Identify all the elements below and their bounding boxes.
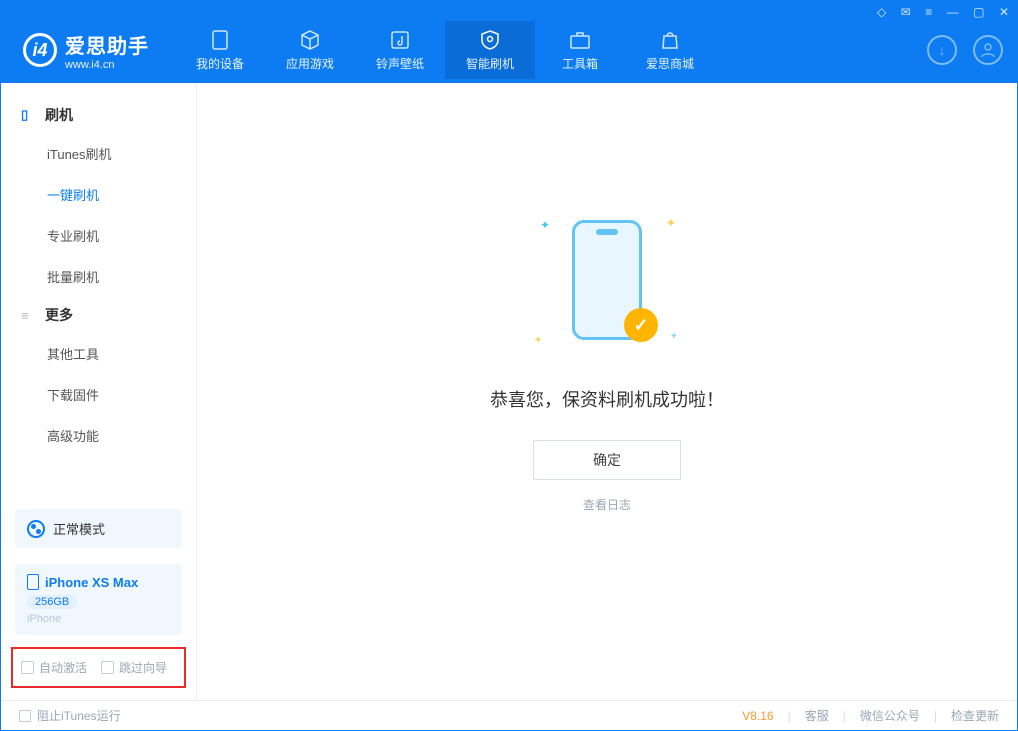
menu-icon[interactable]: ≡ [925, 5, 932, 19]
success-message: 恭喜您，保资料刷机成功啦！ [490, 386, 724, 412]
options-highlight: 自动激活 跳过向导 [11, 647, 186, 688]
nav-label: 工具箱 [562, 55, 598, 72]
wechat-link[interactable]: 微信公众号 [860, 707, 920, 724]
nav-store[interactable]: 爱思商城 [625, 21, 715, 79]
support-link[interactable]: 客服 [805, 707, 829, 724]
download-button[interactable]: ↓ [927, 35, 957, 65]
nav-apps-games[interactable]: 应用游戏 [265, 21, 355, 79]
mode-panel[interactable]: 正常模式 [15, 509, 182, 548]
nav: 我的设备 应用游戏 铃声壁纸 智能刷机 工具箱 爱思商城 [175, 21, 715, 79]
shield-icon [479, 29, 501, 51]
sidebar-item-pro-flash[interactable]: 专业刷机 [1, 215, 196, 256]
success-illustration: ✦ ✦ ✦ ✦ ✓ [532, 210, 682, 360]
body: ▯ 刷机 iTunes刷机 一键刷机 专业刷机 批量刷机 ≡ 更多 其他工具 下… [1, 83, 1017, 700]
group-label: 更多 [45, 305, 73, 325]
skip-guide-checkbox[interactable]: 跳过向导 [101, 659, 167, 676]
sidebar-item-download-firmware[interactable]: 下载固件 [1, 374, 196, 415]
group-label: 刷机 [45, 105, 73, 125]
device-type: iPhone [27, 613, 170, 625]
check-badge-icon: ✓ [624, 308, 658, 342]
header-right: ↓ [927, 35, 1003, 65]
music-icon [389, 29, 411, 51]
version-label: V8.16 [742, 709, 773, 723]
list-icon: ≡ [21, 308, 37, 323]
app-title: 爱思助手 [65, 30, 149, 59]
nav-label: 爱思商城 [646, 55, 694, 72]
app-site: www.i4.cn [65, 59, 149, 71]
nav-smart-flash[interactable]: 智能刷机 [445, 21, 535, 79]
nav-ringtone-wallpaper[interactable]: 铃声壁纸 [355, 21, 445, 79]
device-name: iPhone XS Max [27, 574, 170, 590]
main-content: ✦ ✦ ✦ ✦ ✓ 恭喜您，保资料刷机成功啦！ 确定 查看日志 [197, 83, 1017, 700]
logo-text: 爱思助手 www.i4.cn [65, 30, 149, 71]
feedback-icon[interactable]: ✉ [901, 5, 911, 19]
device-capacity: 256GB [27, 595, 77, 609]
nav-label: 智能刷机 [466, 55, 514, 72]
sparkle-icon: ✦ [666, 216, 676, 230]
logo-mark-icon: i4 [23, 33, 57, 67]
nav-label: 铃声壁纸 [376, 55, 424, 72]
sparkle-icon: ✦ [670, 331, 678, 342]
sidebar-group-flash: ▯ 刷机 [1, 97, 196, 133]
titlebar: ◇ ✉ ≡ — ▢ ✕ [1, 1, 1017, 23]
app-window: ◇ ✉ ≡ — ▢ ✕ i4 爱思助手 www.i4.cn 我的设备 应用游戏 [0, 0, 1018, 731]
sparkle-icon: ✦ [540, 218, 550, 232]
logo: i4 爱思助手 www.i4.cn [23, 30, 149, 71]
sidebar: ▯ 刷机 iTunes刷机 一键刷机 专业刷机 批量刷机 ≡ 更多 其他工具 下… [1, 83, 197, 700]
minimize-icon[interactable]: — [947, 5, 959, 19]
mode-label: 正常模式 [53, 519, 105, 538]
check-update-link[interactable]: 检查更新 [951, 707, 999, 724]
sidebar-group-more: ≡ 更多 [1, 297, 196, 333]
block-itunes-checkbox[interactable]: 阻止iTunes运行 [19, 707, 121, 724]
close-icon[interactable]: ✕ [999, 5, 1009, 19]
nav-toolbox[interactable]: 工具箱 [535, 21, 625, 79]
toolbox-icon [569, 29, 591, 51]
sidebar-list: ▯ 刷机 iTunes刷机 一键刷机 专业刷机 批量刷机 ≡ 更多 其他工具 下… [1, 83, 196, 501]
bag-icon [659, 29, 681, 51]
nav-label: 应用游戏 [286, 55, 334, 72]
confirm-button[interactable]: 确定 [533, 440, 681, 480]
auto-activate-checkbox[interactable]: 自动激活 [21, 659, 87, 676]
sidebar-item-batch-flash[interactable]: 批量刷机 [1, 256, 196, 297]
sidebar-item-itunes-flash[interactable]: iTunes刷机 [1, 133, 196, 174]
sidebar-item-advanced[interactable]: 高级功能 [1, 415, 196, 456]
maximize-icon[interactable]: ▢ [973, 5, 984, 19]
nav-label: 我的设备 [196, 55, 244, 72]
header: i4 爱思助手 www.i4.cn 我的设备 应用游戏 铃声壁纸 智能刷机 [1, 23, 1017, 83]
sidebar-item-oneclick-flash[interactable]: 一键刷机 [1, 174, 196, 215]
device-icon [209, 29, 231, 51]
nav-my-device[interactable]: 我的设备 [175, 21, 265, 79]
footer: 阻止iTunes运行 V8.16 | 客服 | 微信公众号 | 检查更新 [1, 700, 1017, 730]
footer-right: V8.16 | 客服 | 微信公众号 | 检查更新 [742, 707, 999, 724]
theme-icon[interactable]: ◇ [877, 5, 886, 19]
cube-icon [299, 29, 321, 51]
view-log-link[interactable]: 查看日志 [583, 496, 631, 513]
device-panel[interactable]: iPhone XS Max 256GB iPhone [15, 564, 182, 635]
mode-icon [27, 520, 45, 538]
sparkle-icon: ✦ [534, 335, 542, 346]
device-phone-icon [27, 574, 39, 590]
sidebar-item-other-tools[interactable]: 其他工具 [1, 333, 196, 374]
user-button[interactable] [973, 35, 1003, 65]
phone-small-icon: ▯ [21, 107, 37, 123]
titlebar-controls: ◇ ✉ ≡ — ▢ ✕ [867, 3, 1009, 21]
